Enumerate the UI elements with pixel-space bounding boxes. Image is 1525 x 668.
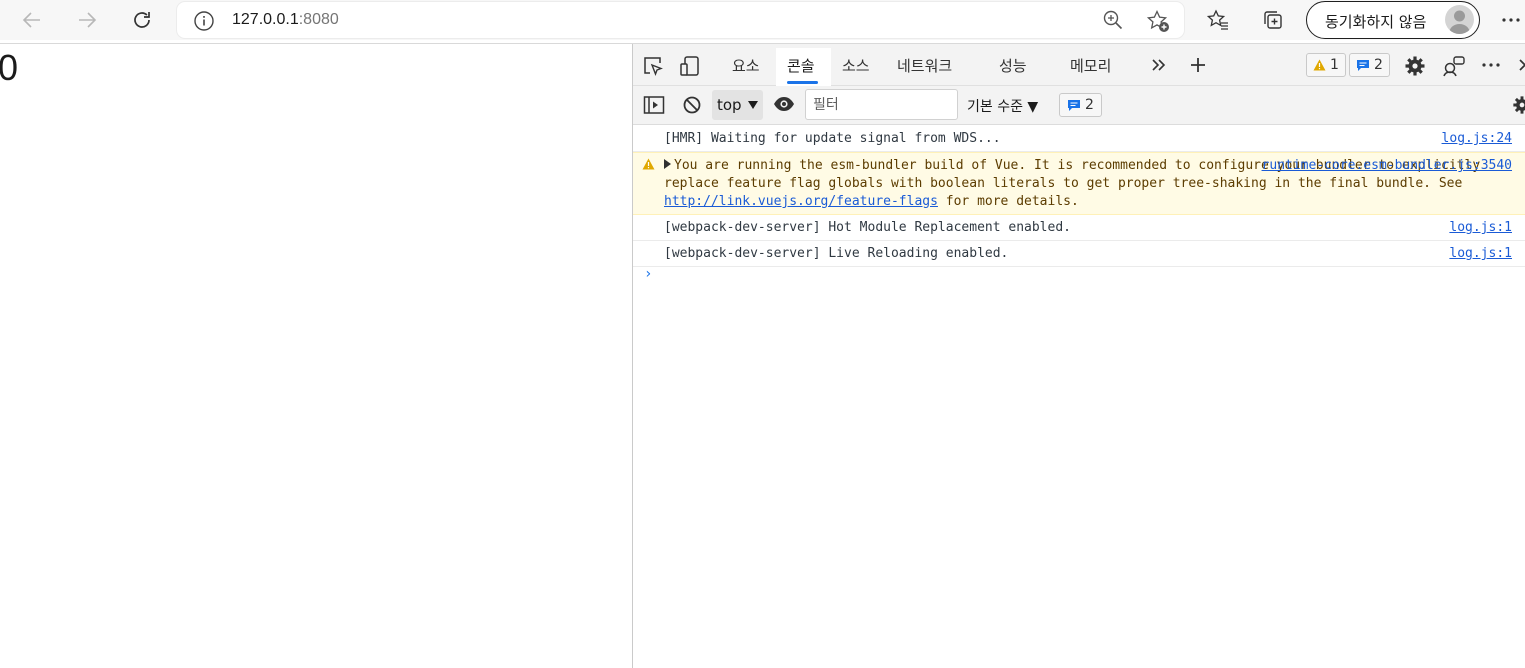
issues-badge[interactable]: 2 xyxy=(1059,93,1102,117)
inspect-element-icon[interactable] xyxy=(642,55,664,81)
console-log: [HMR] Waiting for update signal from WDS… xyxy=(633,126,1525,267)
url-port: :8080 xyxy=(298,11,339,28)
source-link[interactable]: log.js:24 xyxy=(1442,130,1512,148)
tab-memory[interactable]: 메모리 xyxy=(1070,55,1111,76)
forward-button[interactable] xyxy=(72,5,102,35)
feedback-icon[interactable] xyxy=(1442,55,1466,81)
source-link[interactable]: log.js:1 xyxy=(1449,219,1512,237)
add-tab-icon[interactable] xyxy=(1188,55,1208,79)
source-link[interactable]: runtime-core.esm-bundler.js:3540 xyxy=(1262,157,1512,175)
browser-toolbar: 127.0.0.1:8080 동기화하지 않음 xyxy=(0,0,1525,40)
site-info-icon[interactable] xyxy=(193,10,215,36)
messages-count: 2 xyxy=(1374,57,1383,73)
counter-value: 0 xyxy=(0,47,19,88)
source-link[interactable]: log.js:1 xyxy=(1449,245,1512,263)
more-horizontal-icon xyxy=(1502,18,1520,22)
console-message: [HMR] Waiting for update signal from WDS… xyxy=(633,126,1525,152)
warnings-count: 1 xyxy=(1330,57,1339,73)
messages-badge[interactable]: 2 xyxy=(1349,53,1390,77)
tab-console[interactable]: 콘솔 xyxy=(787,55,815,76)
warnings-badge[interactable]: 1 xyxy=(1306,53,1346,77)
context-value: top xyxy=(717,96,742,114)
tab-network[interactable]: 네트워크 xyxy=(897,55,952,76)
add-favorite-icon[interactable] xyxy=(1146,9,1170,37)
more-options-icon[interactable] xyxy=(1481,56,1501,78)
address-bar[interactable]: 127.0.0.1:8080 xyxy=(177,2,1184,38)
message-icon xyxy=(1357,59,1369,71)
console-settings-gear-icon[interactable] xyxy=(1512,95,1525,119)
console-toolbar: top 기본 수준 ▼ 2 xyxy=(633,86,1525,125)
clear-console-icon[interactable] xyxy=(682,95,702,119)
arrow-left-icon xyxy=(22,12,40,28)
avatar xyxy=(1445,5,1474,34)
devtools-tabbar: 요소 콘솔 소스 네트워크 성능 메모리 1 2 xyxy=(633,44,1525,86)
device-toolbar-icon[interactable] xyxy=(679,55,701,81)
feature-flags-link[interactable]: http://link.vuejs.org/feature-flags xyxy=(664,194,938,209)
sidebar-toggle-icon[interactable] xyxy=(643,95,665,119)
warning-text-end: for more details. xyxy=(937,194,1079,209)
tab-performance[interactable]: 성능 xyxy=(999,55,1027,76)
close-icon[interactable] xyxy=(1517,57,1525,77)
arrow-right-icon xyxy=(79,12,97,28)
expand-triangle-icon[interactable] xyxy=(664,159,671,169)
log-levels-dropdown[interactable]: 기본 수준 ▼ xyxy=(967,96,1038,116)
zoom-icon[interactable] xyxy=(1102,9,1124,35)
devtools-panel: 요소 콘솔 소스 네트워크 성능 메모리 1 2 top 필터 기본 수준 ▼ … xyxy=(632,44,1525,668)
filter-input[interactable] xyxy=(805,89,958,120)
back-button[interactable] xyxy=(17,5,47,35)
message-icon xyxy=(1068,99,1080,111)
message-text: [webpack-dev-server] Live Reloading enab… xyxy=(664,246,1009,261)
refresh-button[interactable] xyxy=(127,5,157,35)
message-text: [HMR] Waiting for update signal from WDS… xyxy=(664,131,1001,146)
eye-icon[interactable] xyxy=(773,96,795,116)
url-text[interactable]: 127.0.0.1:8080 xyxy=(232,11,339,29)
warning-icon xyxy=(642,158,655,176)
settings-more-button[interactable] xyxy=(1496,5,1525,35)
console-prompt[interactable]: › xyxy=(644,266,652,282)
page-viewport: 0 xyxy=(0,44,632,668)
sync-label: 동기화하지 않음 xyxy=(1325,13,1427,31)
collections-button[interactable] xyxy=(1258,5,1288,35)
tab-elements[interactable]: 요소 xyxy=(732,55,760,76)
console-warning[interactable]: runtime-core.esm-bundler.js:3540 You are… xyxy=(633,152,1525,215)
console-message: [webpack-dev-server] Live Reloading enab… xyxy=(633,241,1525,267)
tab-sources[interactable]: 소스 xyxy=(842,55,870,76)
message-text: [webpack-dev-server] Hot Module Replacem… xyxy=(664,220,1071,235)
url-host: 127.0.0.1 xyxy=(232,11,299,28)
profile-sync-button[interactable]: 동기화하지 않음 xyxy=(1306,1,1480,39)
refresh-icon xyxy=(134,12,150,28)
favorites-list-icon xyxy=(1206,9,1228,30)
console-message: [webpack-dev-server] Hot Module Replacem… xyxy=(633,215,1525,241)
gear-icon[interactable] xyxy=(1404,55,1426,81)
dropdown-arrow-icon xyxy=(747,101,758,109)
collections-icon xyxy=(1264,11,1282,29)
warning-icon xyxy=(1313,59,1326,71)
active-tab-indicator xyxy=(787,81,818,84)
issues-count: 2 xyxy=(1085,97,1094,113)
context-selector[interactable]: top xyxy=(712,90,763,120)
favorites-button[interactable] xyxy=(1203,5,1233,35)
more-tabs-icon[interactable] xyxy=(1150,56,1168,78)
